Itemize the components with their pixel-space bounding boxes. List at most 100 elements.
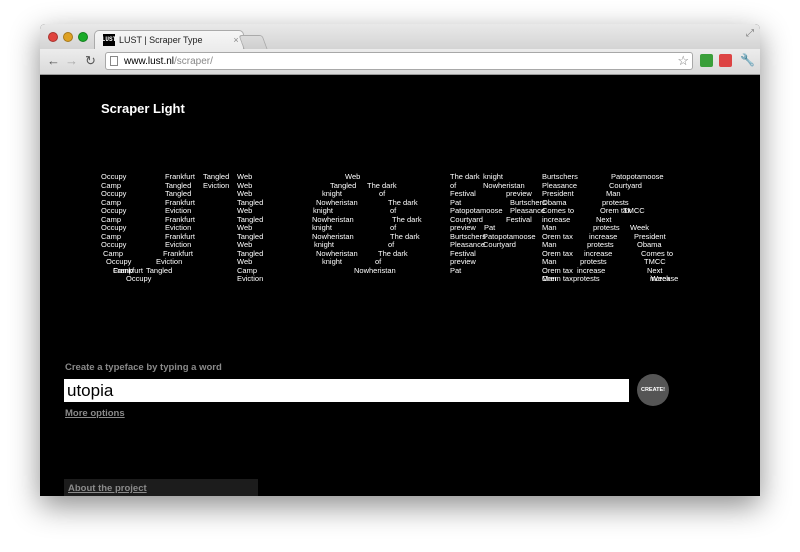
glyph-word: protests bbox=[580, 257, 607, 266]
forward-arrow-icon[interactable]: → bbox=[65, 54, 78, 68]
glyph-word: Web bbox=[237, 240, 253, 249]
glyph-word: Festival bbox=[506, 215, 532, 224]
scraper-page: Scraper Light Occupy Camp Occupy Camp Occupy… bbox=[40, 75, 760, 496]
fullscreen-icon[interactable]: ⤢ bbox=[746, 28, 754, 39]
address-bar[interactable]: www.lust.nl /scraper/ ☆ bbox=[105, 52, 693, 70]
more-options-link[interactable]: More options bbox=[65, 408, 125, 419]
glyph-word: Pleasance bbox=[510, 206, 546, 215]
browser-toolbar: ← → ↻ www.lust.nl /scraper/ ☆ 🔧 bbox=[40, 49, 760, 75]
glyph-word: The dark bbox=[378, 249, 408, 258]
glyph-word: knight bbox=[314, 240, 335, 249]
glyph-word: Comes to bbox=[542, 206, 575, 215]
glyph-word: Eviction bbox=[165, 240, 192, 249]
glyph-word: of bbox=[375, 257, 382, 266]
glyph-word: Man bbox=[542, 223, 557, 232]
glyph-word: Tangled bbox=[165, 189, 192, 198]
glyph-word: protests bbox=[573, 274, 600, 283]
window-controls bbox=[48, 32, 88, 42]
glyph-word: Patopotamoose bbox=[450, 206, 503, 215]
glyph-word: The dark bbox=[390, 232, 420, 241]
create-button[interactable]: CREATE! bbox=[637, 374, 669, 406]
glyph-word: protests bbox=[593, 223, 620, 232]
glyph-word: Eviction bbox=[156, 257, 183, 266]
glyph-word: knight bbox=[322, 189, 343, 198]
glyph-word: Festival bbox=[450, 189, 476, 198]
word-input[interactable]: utopia bbox=[64, 379, 629, 402]
reload-icon[interactable]: ↻ bbox=[85, 54, 96, 68]
bookmark-star-icon[interactable]: ☆ bbox=[677, 53, 689, 69]
glyph-word: Man bbox=[606, 189, 621, 198]
glyph-word: preview bbox=[450, 257, 476, 266]
glyph-word: protests bbox=[587, 240, 614, 249]
url-host: www.lust.nl bbox=[124, 55, 175, 67]
extension-red-icon[interactable] bbox=[719, 54, 732, 67]
title-bar: LUST LUST | Scraper Type × ⤢ bbox=[40, 24, 760, 49]
glyph-word: Eviction bbox=[165, 206, 192, 215]
browser-tab[interactable]: LUST LUST | Scraper Type × bbox=[94, 30, 244, 49]
glyph-word: Eviction bbox=[237, 274, 264, 283]
lust-favicon-icon: LUST bbox=[102, 34, 116, 46]
glyph-word: knight bbox=[313, 206, 334, 215]
page-title: Scraper Light bbox=[101, 101, 185, 116]
new-tab-button[interactable] bbox=[238, 35, 268, 49]
glyph-word: President bbox=[542, 189, 574, 198]
glyph-word: Eviction bbox=[165, 223, 192, 232]
close-window-button[interactable] bbox=[48, 32, 58, 42]
glyph-word: Pleasance bbox=[450, 240, 486, 249]
glyph-word: of bbox=[390, 223, 397, 232]
glyph-word: TMCC bbox=[623, 206, 645, 215]
glyph-word: Man bbox=[542, 240, 557, 249]
input-prompt: Create a typeface by typing a word bbox=[65, 362, 222, 373]
glyph-word: of bbox=[379, 189, 386, 198]
glyph-word: knight bbox=[322, 257, 343, 266]
glyph-word: Web bbox=[345, 172, 361, 181]
glyph-word: Orem tax bbox=[542, 274, 573, 283]
glyph-word: Occupy bbox=[101, 206, 127, 215]
about-panel: About the project bbox=[64, 479, 258, 496]
glyph-word: Web bbox=[237, 223, 253, 232]
glyph-word: Occupy bbox=[101, 223, 127, 232]
glyph-word: Web bbox=[237, 172, 253, 181]
glyph-word: Week bbox=[630, 223, 650, 232]
glyph-word: Man bbox=[542, 257, 557, 266]
about-project-link[interactable]: About the project bbox=[68, 483, 147, 494]
glyph-word: of bbox=[390, 206, 397, 215]
zoom-window-button[interactable] bbox=[78, 32, 88, 42]
glyph-word: The dark bbox=[392, 215, 422, 224]
glyph-word: knight bbox=[483, 172, 504, 181]
glyph-word: Burtschers bbox=[542, 172, 578, 181]
glyph-word: of bbox=[388, 240, 395, 249]
glyph-word: increase bbox=[650, 274, 679, 283]
url-path: /scraper/ bbox=[174, 55, 213, 67]
glyph-word: Web bbox=[237, 257, 253, 266]
glyph-word: preview bbox=[506, 189, 532, 198]
glyph-word: knight bbox=[312, 223, 333, 232]
back-arrow-icon[interactable]: ← bbox=[47, 54, 60, 68]
glyph-word: Tangled bbox=[146, 266, 173, 275]
wrench-icon[interactable]: 🔧 bbox=[740, 53, 755, 67]
glyph-word: TMCC bbox=[644, 257, 666, 266]
glyph-word: Obama bbox=[637, 240, 662, 249]
glyph-word: Occupy bbox=[126, 274, 152, 283]
glyph-word: Tangled bbox=[203, 172, 230, 181]
glyph-word: Web bbox=[237, 189, 253, 198]
glyph-word: Eviction bbox=[203, 181, 230, 190]
glyph-word: The dark bbox=[450, 172, 480, 181]
glyph-word: Web bbox=[237, 206, 253, 215]
glyph-word: Frankfurt bbox=[113, 266, 144, 275]
browser-window: LUST LUST | Scraper Type × ⤢ ← → ↻ www.l… bbox=[40, 24, 760, 496]
minimize-window-button[interactable] bbox=[63, 32, 73, 42]
glyph-word: Courtyard bbox=[483, 240, 516, 249]
glyph-word: Occupy bbox=[106, 257, 132, 266]
glyph-word: Pat bbox=[484, 223, 496, 232]
glyph-word: Occupy bbox=[101, 189, 127, 198]
glyph-word: Occupy bbox=[101, 240, 127, 249]
glyph-word: Pat bbox=[450, 266, 462, 275]
glyph-word: Occupy bbox=[101, 172, 127, 181]
glyph-word: Nowheristan bbox=[354, 266, 396, 275]
tab-title: LUST | Scraper Type bbox=[119, 35, 203, 45]
glyph-word: preview bbox=[450, 223, 476, 232]
glyph-word: Frankfurt bbox=[165, 172, 196, 181]
extension-green-icon[interactable] bbox=[700, 54, 713, 67]
page-icon bbox=[110, 56, 118, 66]
